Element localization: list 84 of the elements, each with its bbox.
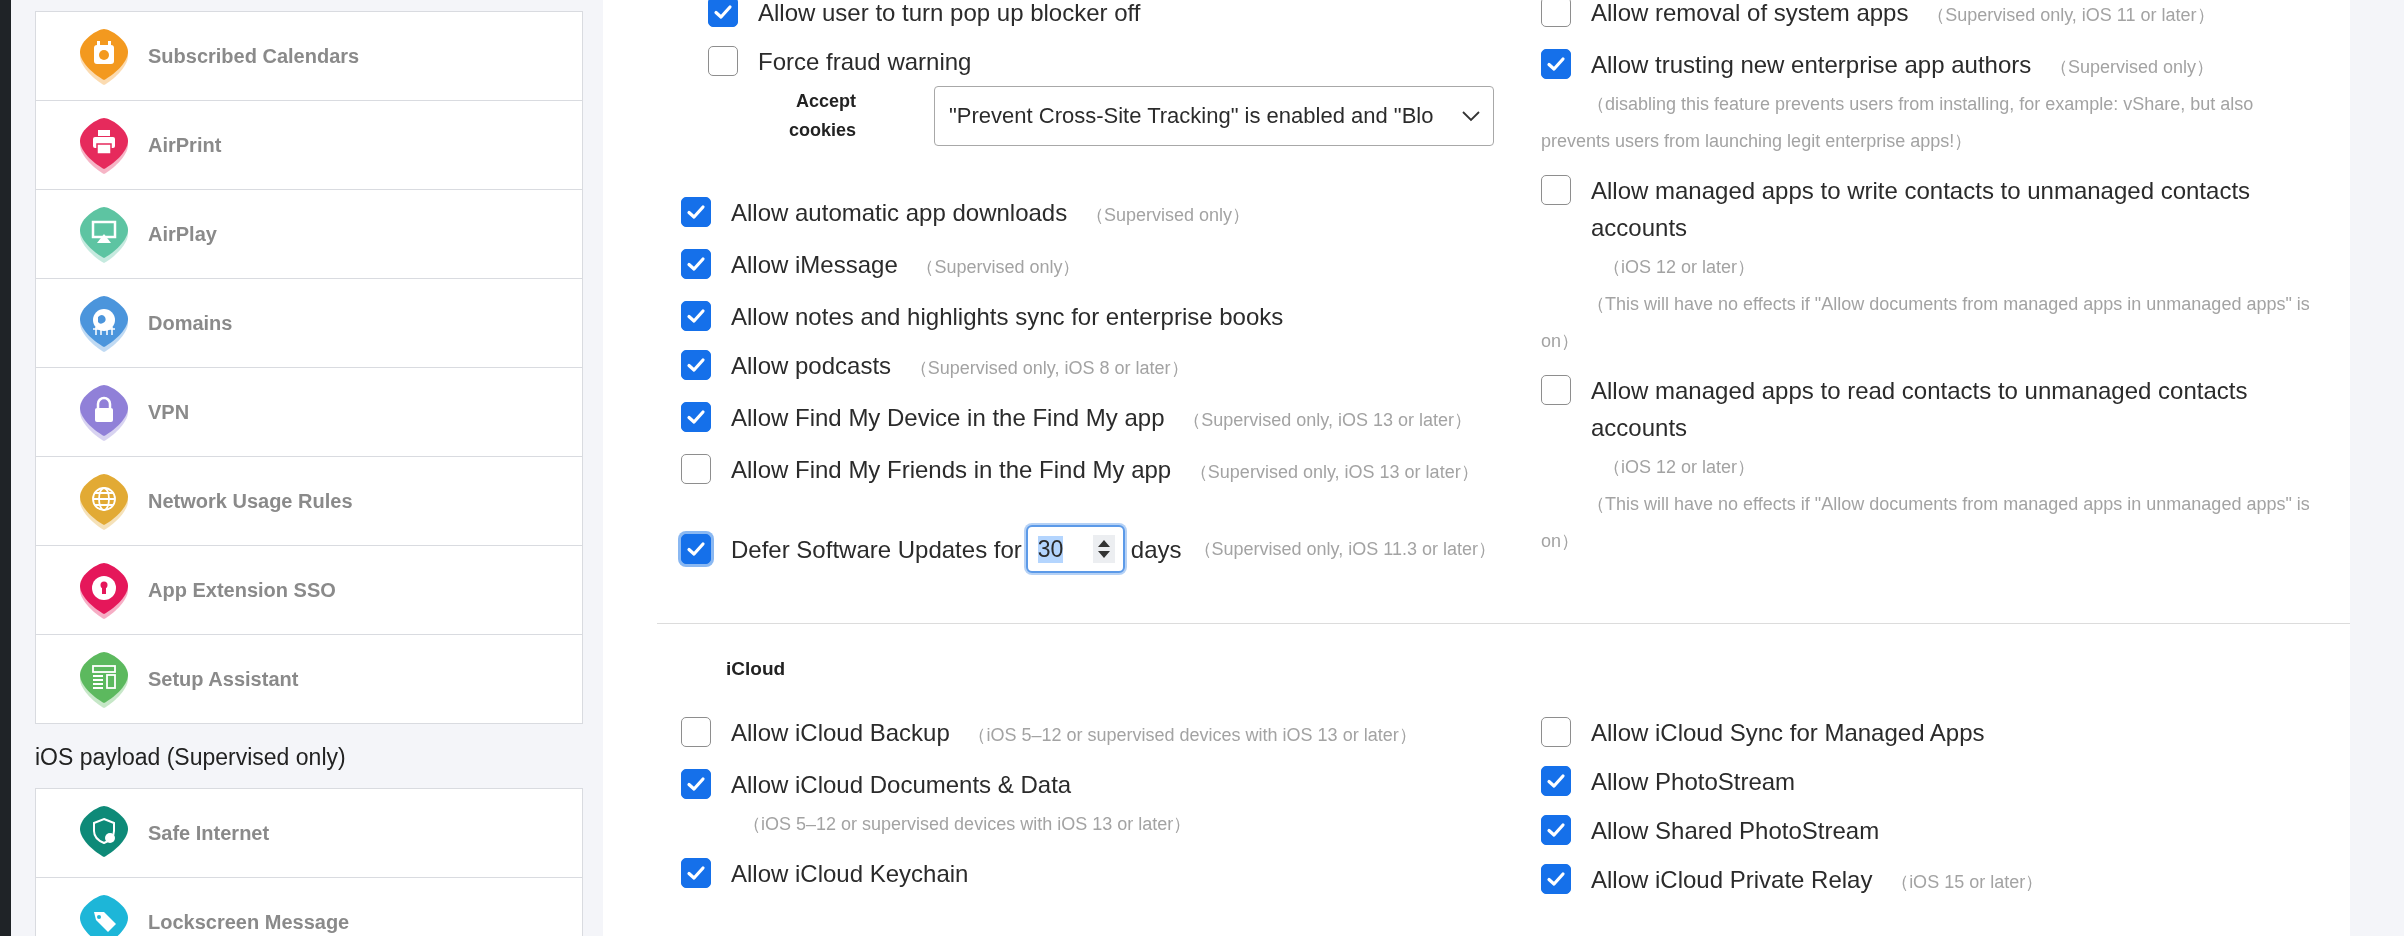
- section-heading: iOS payload (Supervised only): [35, 743, 347, 772]
- option-hint: （Supervised only, iOS 11 or later）: [1927, 5, 2215, 25]
- checkbox[interactable]: [708, 46, 738, 76]
- option-hint: （Supervised only, iOS 11.3 or later）: [1193, 538, 1496, 561]
- option-label: Defer Software Updates for: [731, 534, 1022, 565]
- option-label: Allow Find My Friends in the Find My app: [731, 455, 1172, 485]
- option-label: Allow Shared PhotoStream: [1591, 816, 1880, 846]
- option-hint: （Supervised only, iOS 8 or later）: [909, 358, 1189, 378]
- option-label: Allow automatic app downloads: [731, 198, 1068, 228]
- option-hint: （iOS 5–12 or supervised devices with iOS 13 or later）: [743, 814, 1192, 834]
- airplay-icon: [91, 220, 117, 243]
- option-label: Allow removal of system apps: [1591, 0, 1909, 28]
- option-label: Allow notes and highlights sync for enterprise books: [731, 302, 1284, 332]
- sidebar-item[interactable]: Safe Internet: [36, 788, 582, 877]
- keyhole-icon: [92, 576, 116, 600]
- option-label: Allow user to turn pop up blocker off: [758, 0, 1141, 28]
- option-label: Force fraud warning: [758, 47, 972, 77]
- option-label: Allow managed apps to read contacts to unmanaged contacts accounts: [1591, 376, 2249, 443]
- checkbox[interactable]: [1541, 815, 1571, 845]
- option-hint: （Supervised only）: [2049, 57, 2214, 77]
- checkbox[interactable]: [1541, 864, 1571, 894]
- checkbox[interactable]: [681, 301, 711, 331]
- printer-icon: [93, 130, 115, 155]
- sidebar-item[interactable]: AirPrint: [36, 100, 582, 189]
- chevron-down-icon: [1461, 110, 1481, 122]
- sidebar-item[interactable]: App Extension SSO: [36, 545, 582, 634]
- checkbox[interactable]: [681, 769, 711, 799]
- checkbox[interactable]: [681, 534, 711, 564]
- number-field[interactable]: 30: [1025, 525, 1125, 573]
- sidebar-item[interactable]: VPN: [36, 367, 582, 456]
- option-hint: （iOS 5–12 or supervised devices with iOS 13 or later）: [968, 725, 1417, 745]
- checkbox[interactable]: [681, 402, 711, 432]
- option-label: Allow iCloud Backup: [731, 718, 950, 748]
- option-hint: （iOS 12 or later）: [1603, 257, 1756, 277]
- checkbox[interactable]: [681, 197, 711, 227]
- checkbox[interactable]: [681, 858, 711, 888]
- option-hint: （iOS 15 or later）: [1891, 872, 2044, 892]
- sidebar-item[interactable]: Network Usage Rules: [36, 456, 582, 545]
- option-label: Allow iCloud Sync for Managed Apps: [1591, 718, 1985, 748]
- option-hint: （iOS 12 or later）: [1603, 457, 1756, 477]
- calendar-icon: [94, 41, 114, 64]
- shield-icon: [93, 818, 115, 844]
- option-note: （This will have no effects if "Allow documents from managed apps in unmanaged apps" is on）: [1541, 293, 2311, 353]
- option-hint: （Supervised only）: [1085, 205, 1250, 225]
- option-hint: （Supervised only）: [916, 257, 1081, 277]
- checkbox[interactable]: [681, 350, 711, 380]
- option-label: Allow PhotoStream: [1591, 767, 1796, 797]
- checkbox[interactable]: [681, 249, 711, 279]
- layout-icon: [92, 665, 116, 689]
- option-hint: （Supervised only, iOS 13 or later）: [1189, 462, 1479, 482]
- checkbox[interactable]: [1541, 766, 1571, 796]
- tag-icon: [94, 912, 116, 932]
- sidebar-item[interactable]: Domains: [36, 278, 582, 367]
- option-label: Allow podcasts: [731, 351, 892, 381]
- option-label: Allow managed apps to write contacts to unmanaged contacts accounts: [1591, 176, 2252, 243]
- sidebar-item[interactable]: Subscribed Calendars: [36, 11, 582, 100]
- checkbox[interactable]: [1541, 175, 1571, 205]
- sidebar-item[interactable]: AirPlay: [36, 189, 582, 278]
- globe-icon: [92, 487, 116, 511]
- sidebar-item[interactable]: Lockscreen Message: [36, 877, 582, 936]
- field-label: Accept cookies: [787, 90, 856, 142]
- checkbox[interactable]: [681, 454, 711, 484]
- stepper-icon: [1092, 535, 1115, 563]
- checkbox[interactable]: [1541, 0, 1571, 27]
- option-label: Allow iMessage: [731, 250, 898, 280]
- option-label: Allow iCloud Private Relay: [1591, 865, 1873, 895]
- option-hint: （Supervised only, iOS 13 or later）: [1183, 410, 1472, 430]
- checkbox[interactable]: [1541, 717, 1571, 747]
- checkbox[interactable]: [708, 0, 738, 27]
- option-note: （This will have no effects if "Allow documents from managed apps in unmanaged apps" is on）: [1541, 493, 2311, 553]
- checkbox[interactable]: [681, 717, 711, 747]
- checkbox[interactable]: [1541, 49, 1571, 79]
- option-label: Allow trusting new enterprise app authors: [1591, 50, 2032, 80]
- option-label: Allow iCloud Documents & Data: [731, 770, 1072, 800]
- checkbox[interactable]: [1541, 375, 1571, 405]
- option-note: （disabling this feature prevents users from installing, for example: vShare, but also prevents users from launching legit enterprise apps!）: [1541, 93, 2255, 153]
- option-label: Allow iCloud Keychain: [731, 859, 969, 889]
- globe-icon: [92, 309, 116, 336]
- cookies-dropdown[interactable]: "Prevent Cross-Site Tracking" is enabled and "Blo: [934, 86, 1494, 146]
- lock-icon: [95, 396, 113, 422]
- option-label: Allow Find My Device in the Find My app: [731, 403, 1165, 433]
- unit-label: days: [1130, 534, 1182, 565]
- sidebar-item[interactable]: Setup Assistant: [36, 634, 582, 723]
- section-title: iCloud: [726, 658, 787, 680]
